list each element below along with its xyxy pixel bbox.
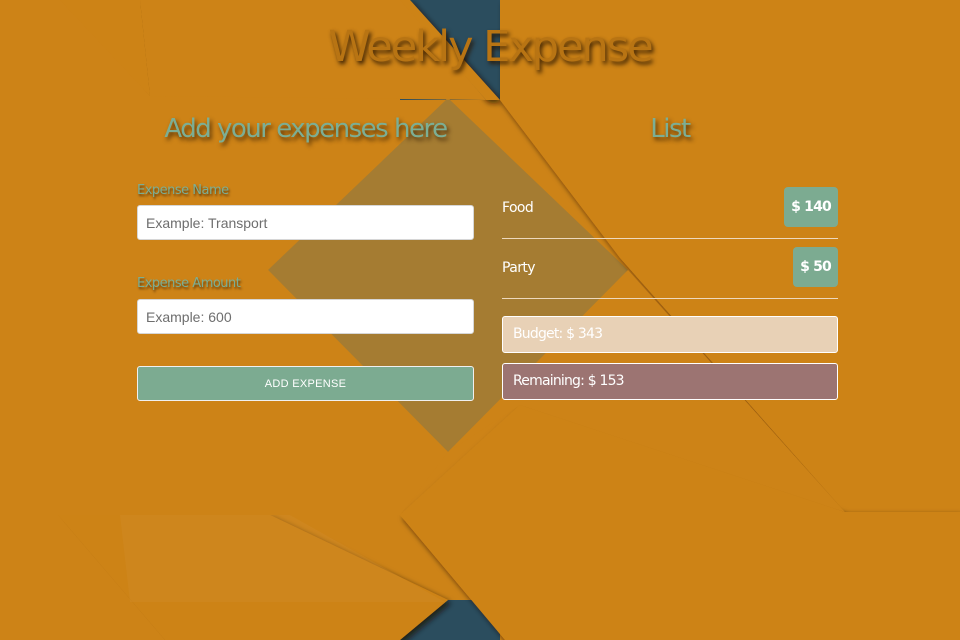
- list-item-amount-badge: $ 140: [784, 187, 838, 227]
- remaining-display: Remaining: $ 153: [502, 363, 838, 400]
- list-heading: List: [650, 114, 691, 144]
- expense-name-input[interactable]: [137, 205, 474, 240]
- form-heading: Add your expenses here: [164, 114, 448, 144]
- expense-amount-label: Expense Amount: [137, 276, 241, 291]
- list-item-name: Food: [502, 200, 534, 216]
- expense-name-label: Expense Name: [137, 183, 229, 198]
- list-item: Party $ 50: [502, 240, 838, 299]
- list-item-name: Party: [502, 260, 536, 276]
- add-expense-button[interactable]: ADD EXPENSE: [137, 366, 474, 401]
- budget-display: Budget: $ 343: [502, 316, 838, 353]
- page-title: Weekly Expense: [328, 22, 653, 72]
- list-item-amount-badge: $ 50: [793, 247, 838, 287]
- expense-amount-input[interactable]: [137, 299, 474, 334]
- list-item: Food $ 140: [502, 180, 838, 239]
